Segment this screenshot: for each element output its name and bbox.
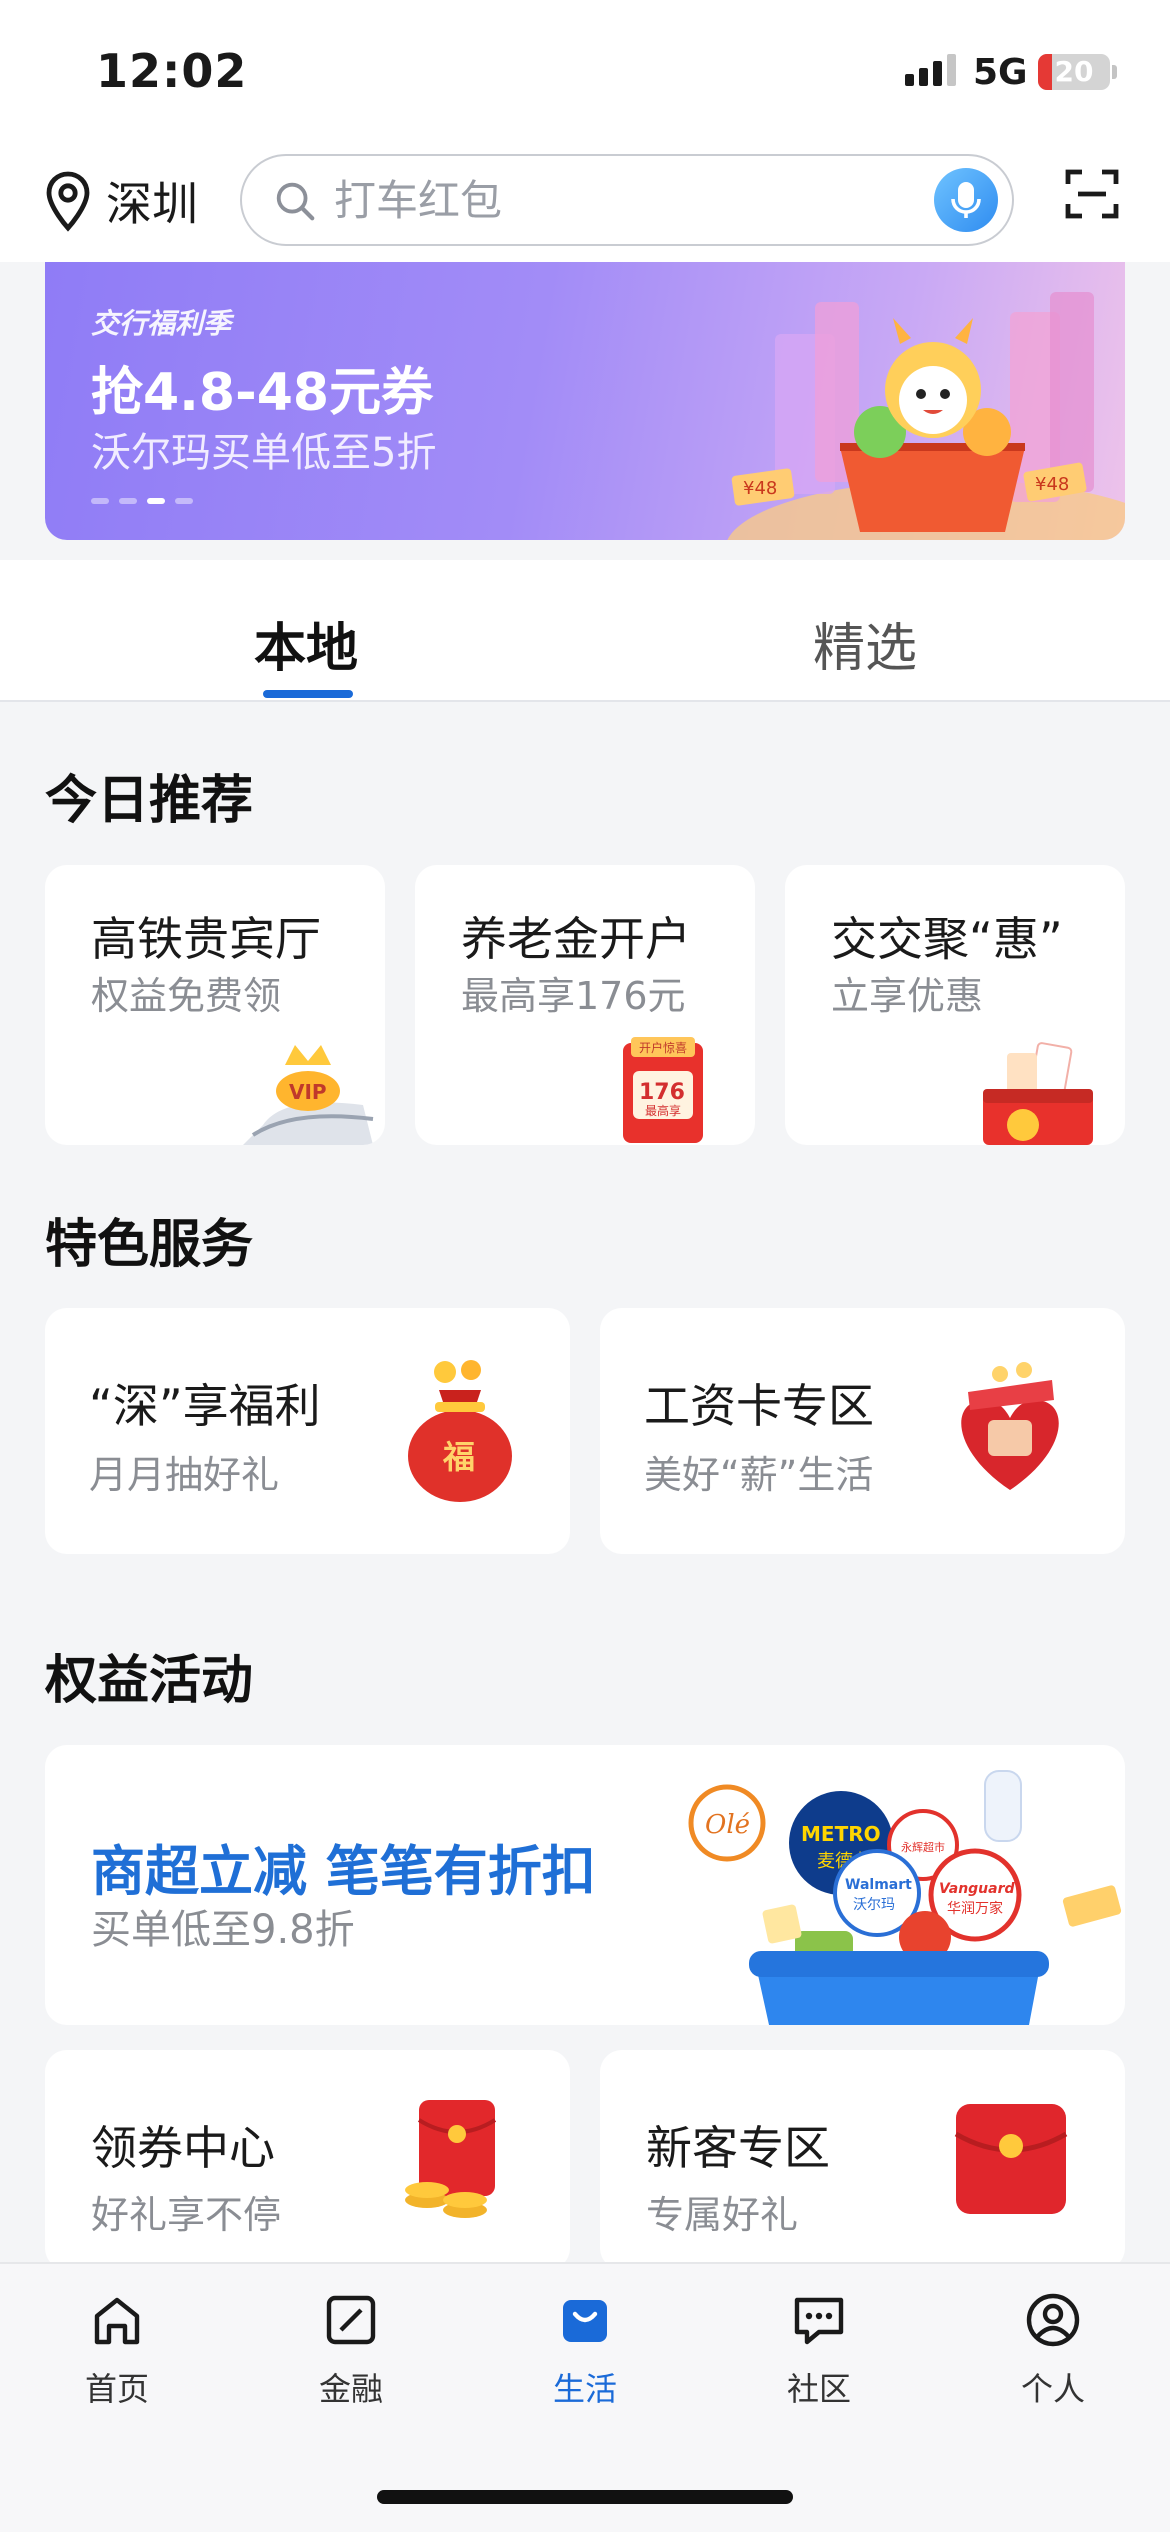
card-subtitle: 月月抽好礼	[89, 1453, 280, 1497]
red-envelope-coins-icon	[405, 2100, 497, 2218]
badge-bottom-text: 最高享	[645, 1103, 681, 1118]
nav-finance[interactable]: 金融	[271, 2290, 431, 2410]
nav-label: 个人	[1020, 2370, 1085, 2408]
red-envelope-176-icon: 开户惊喜 176 最高享	[623, 1037, 703, 1143]
hero-subtitle: 买单低至9.8折	[91, 1907, 355, 1953]
status-time: 12:02	[96, 44, 248, 98]
search-bar[interactable]	[240, 154, 1014, 246]
brand-metro: METRO	[801, 1822, 881, 1846]
card-payroll-card-zone[interactable]: 工资卡专区 美好“薪”生活	[600, 1308, 1125, 1554]
nav-profile[interactable]: 个人	[973, 2290, 1133, 2410]
badge-top-text: 开户惊喜	[639, 1040, 687, 1055]
brand-walmart: Walmart	[845, 1877, 912, 1893]
card-subtitle: 专属好礼	[646, 2193, 799, 2237]
card-coupon-center[interactable]: 领券中心 好礼享不停	[45, 2050, 570, 2270]
battery-terminal	[1112, 65, 1117, 79]
network-type: 5G	[973, 52, 1028, 93]
banner-tag: 交行福利季	[91, 307, 232, 340]
nav-label: 生活	[552, 2370, 617, 2408]
vip-train-icon: VIP	[243, 1045, 374, 1145]
nav-label: 金融	[318, 2370, 383, 2408]
banner-dot-active	[147, 498, 165, 504]
card-new-customer-zone[interactable]: 新客专区 专属好礼	[600, 2050, 1125, 2270]
brand-yonghui: 永辉超市	[901, 1840, 945, 1854]
fortune-bag-icon: 福	[408, 1360, 512, 1502]
cellular-signal-icon	[905, 54, 956, 86]
nav-community[interactable]: 社区	[739, 2290, 899, 2410]
section-title-featured: 特色服务	[45, 1215, 254, 1275]
city-selector[interactable]: 深圳	[106, 168, 198, 234]
nav-label: 首页	[84, 2370, 149, 2408]
scan-icon[interactable]	[1062, 164, 1122, 224]
brand-walmart-cn: 沃尔玛	[853, 1897, 895, 1913]
banner-pagination	[91, 498, 193, 504]
shopping-bag-icon	[563, 2300, 607, 2342]
card-jiaojiao-deals[interactable]: 交交聚“惠” 立享优惠	[785, 865, 1125, 1145]
brand-vanguard-cn: 华润万家	[947, 1900, 1003, 1917]
banner-title: 抢4.8-48元券	[91, 363, 434, 423]
fortune-character: 福	[442, 1438, 475, 1476]
chat-icon	[794, 2297, 844, 2345]
card-subtitle: 立享优惠	[831, 974, 984, 1018]
home-icon	[94, 2297, 140, 2345]
finance-icon	[326, 2295, 376, 2345]
nav-life[interactable]: 生活	[505, 2290, 665, 2410]
location-pin-icon[interactable]	[40, 170, 96, 234]
heart-gift-box-icon	[961, 1362, 1059, 1490]
coupon-label: ¥48	[1035, 474, 1069, 495]
search-icon	[276, 182, 315, 221]
tab-featured[interactable]: 精选	[813, 606, 917, 681]
card-hsr-vip-lounge[interactable]: 高铁贵宾厅 权益免费领 VIP	[45, 865, 385, 1145]
card-title: 交交聚“惠”	[831, 912, 1063, 966]
vip-badge-text: VIP	[289, 1080, 327, 1104]
card-title: “深”享福利	[89, 1379, 321, 1433]
microphone-icon	[951, 182, 981, 218]
content-tabs: 本地 精选	[0, 560, 1170, 702]
card-title: 养老金开户	[461, 912, 691, 966]
voice-search-button[interactable]	[934, 168, 998, 232]
card-subtitle: 最高享176元	[461, 974, 686, 1018]
brand-ole: Olé	[705, 1810, 750, 1840]
badge-number: 176	[639, 1080, 685, 1105]
card-supermarket-discount[interactable]: 商超立减 笔笔有折扣 买单低至9.8折 Olé METRO 麦德龙 永辉超市 W…	[45, 1745, 1125, 2025]
card-subtitle: 美好“薪”生活	[644, 1453, 874, 1497]
hero-title: 商超立减 笔笔有折扣	[91, 1840, 596, 1903]
nav-home[interactable]: 首页	[37, 2290, 197, 2410]
profile-icon	[1026, 2293, 1080, 2347]
supermarket-brands-bucket-illustration: Olé METRO 麦德龙 永辉超市 Walmart 沃尔玛 Vanguard …	[688, 1770, 1122, 2025]
brand-vanguard: Vanguard	[939, 1881, 1016, 1897]
banner-dot	[91, 498, 109, 504]
card-title: 新客专区	[646, 2121, 830, 2175]
card-pension-account[interactable]: 养老金开户 最高享176元 开户惊喜 176 最高享	[415, 865, 755, 1145]
section-title-rights: 权益活动	[45, 1651, 254, 1711]
promo-banner[interactable]: 交行福利季 抢4.8-48元券 沃尔玛买单低至5折 ¥48 ¥48	[45, 262, 1125, 540]
search-input[interactable]	[334, 170, 854, 230]
nav-label: 社区	[786, 2370, 851, 2408]
shopping-basket-mascot-illustration: ¥48 ¥48	[727, 292, 1125, 540]
card-subtitle: 好礼享不停	[91, 2193, 282, 2237]
active-tab-indicator	[263, 690, 353, 698]
card-title: 工资卡专区	[644, 1379, 874, 1433]
banner-dot	[119, 498, 137, 504]
tab-local[interactable]: 本地	[254, 606, 358, 681]
card-title: 高铁贵宾厅	[91, 912, 321, 966]
card-subtitle: 权益免费领	[91, 974, 282, 1018]
battery-icon: 20	[1038, 54, 1110, 90]
red-envelope-icon	[954, 2104, 1068, 2214]
card-shenzhen-benefits[interactable]: “深”享福利 月月抽好礼 福	[45, 1308, 570, 1554]
card-title: 领券中心	[91, 2121, 275, 2175]
top-header: 深圳	[0, 150, 1170, 262]
home-indicator[interactable]	[377, 2490, 793, 2504]
coupon-label: ¥48	[743, 478, 777, 499]
gift-box-icon	[983, 1042, 1093, 1145]
status-bar: 12:02 5G 20	[0, 0, 1170, 150]
banner-subtitle: 沃尔玛买单低至5折	[91, 430, 437, 476]
section-title-today: 今日推荐	[45, 771, 254, 831]
banner-dot	[175, 498, 193, 504]
battery-percent: 20	[1054, 55, 1094, 88]
